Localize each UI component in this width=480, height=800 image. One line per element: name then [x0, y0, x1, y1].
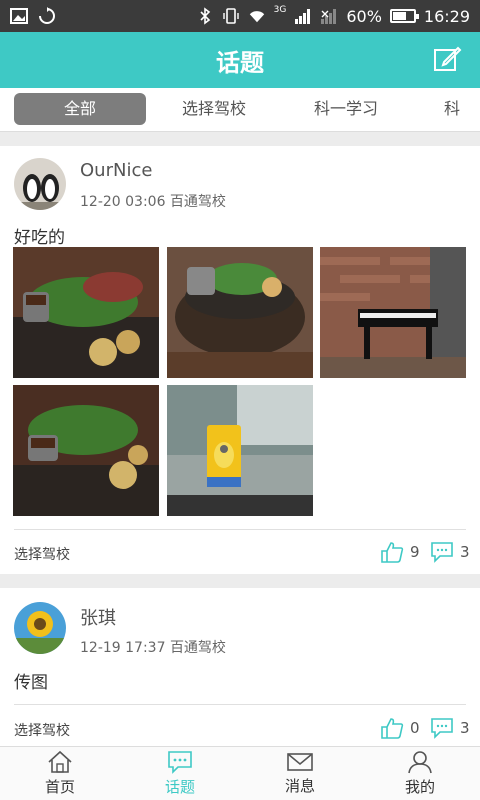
nav-topics-label: 话题: [164, 778, 195, 796]
avatar[interactable]: [14, 602, 66, 654]
nav-profile-label: 我的: [404, 778, 435, 796]
category-tabs: 全部 选择驾校 科一学习 科: [0, 88, 480, 132]
status-bar: 3G 60% 16:29: [0, 0, 480, 32]
post-photo[interactable]: [167, 385, 313, 516]
thumbs-up-icon: [381, 542, 404, 563]
like-count: 9: [410, 543, 420, 561]
comment-button[interactable]: 3: [430, 717, 470, 739]
post-school: 百通驾校: [169, 640, 226, 656]
battery-icon: [389, 9, 419, 23]
like-button[interactable]: 0: [380, 717, 420, 739]
comment-icon: [431, 542, 453, 563]
post-time: 12-19 17:37: [80, 640, 166, 656]
mail-icon: [287, 753, 313, 771]
post-photo[interactable]: [320, 247, 466, 378]
post-meta: 12-20 03:06 百通驾校: [80, 191, 226, 211]
post-school: 百通驾校: [169, 194, 226, 210]
page-title: 话题: [216, 48, 264, 77]
chat-icon: [168, 751, 192, 774]
author-name[interactable]: OurNice: [80, 160, 152, 181]
tab-all[interactable]: 全部: [14, 93, 146, 125]
post-divider: [14, 704, 466, 705]
clock: 16:29: [423, 6, 470, 26]
compose-icon[interactable]: [432, 44, 462, 74]
comment-count: 3: [460, 719, 470, 737]
network-type-label: 3G: [273, 5, 287, 15]
comment-count: 3: [460, 543, 470, 561]
nav-messages[interactable]: 消息: [240, 747, 360, 800]
signal-icon-secondary: [320, 7, 338, 25]
post-photo[interactable]: [13, 247, 159, 378]
bottom-nav: 首页 话题 消息 我的: [0, 746, 480, 800]
nav-home-label: 首页: [44, 778, 75, 796]
tab-choose-school[interactable]: 选择驾校: [164, 93, 264, 125]
tab-subject-partial[interactable]: 科: [444, 93, 480, 125]
bluetooth-icon: [196, 7, 214, 25]
post-meta: 12-19 17:37 百通驾校: [80, 637, 226, 657]
home-icon: [48, 750, 72, 773]
nav-home[interactable]: 首页: [0, 747, 120, 800]
like-button[interactable]: 9: [380, 541, 420, 563]
post-text: 传图: [14, 673, 48, 693]
gallery-notification-icon: [10, 7, 28, 25]
author-name[interactable]: 张琪: [80, 604, 116, 630]
post-photo[interactable]: [13, 385, 159, 516]
vibrate-icon: [222, 7, 240, 25]
sync-icon: [38, 7, 56, 25]
tab-subject-one[interactable]: 科一学习: [296, 93, 396, 125]
nav-profile[interactable]: 我的: [360, 747, 480, 800]
user-icon: [408, 751, 432, 774]
like-count: 0: [410, 719, 420, 737]
post-category[interactable]: 选择驾校: [14, 720, 70, 740]
nav-topics[interactable]: 话题: [120, 747, 240, 800]
comment-button[interactable]: 3: [430, 541, 470, 563]
post-divider: [14, 529, 466, 530]
battery-percent: 60%: [346, 6, 382, 26]
post-category[interactable]: 选择驾校: [14, 544, 70, 564]
signal-icon: [294, 7, 312, 25]
post-text: 好吃的: [14, 228, 65, 248]
wifi-icon: [248, 7, 266, 25]
thumbs-up-icon: [381, 718, 404, 739]
avatar[interactable]: [14, 158, 66, 210]
post-time: 12-20 03:06: [80, 194, 166, 210]
nav-messages-label: 消息: [284, 777, 315, 795]
app-header: 话题: [0, 32, 480, 88]
comment-icon: [431, 718, 453, 739]
post-photo[interactable]: [167, 247, 313, 378]
post-card[interactable]: OurNice 12-20 03:06 百通驾校 好吃的 选择驾校 9 3: [0, 146, 480, 574]
post-card[interactable]: 张琪 12-19 17:37 百通驾校 传图 选择驾校 0 3: [0, 588, 480, 746]
